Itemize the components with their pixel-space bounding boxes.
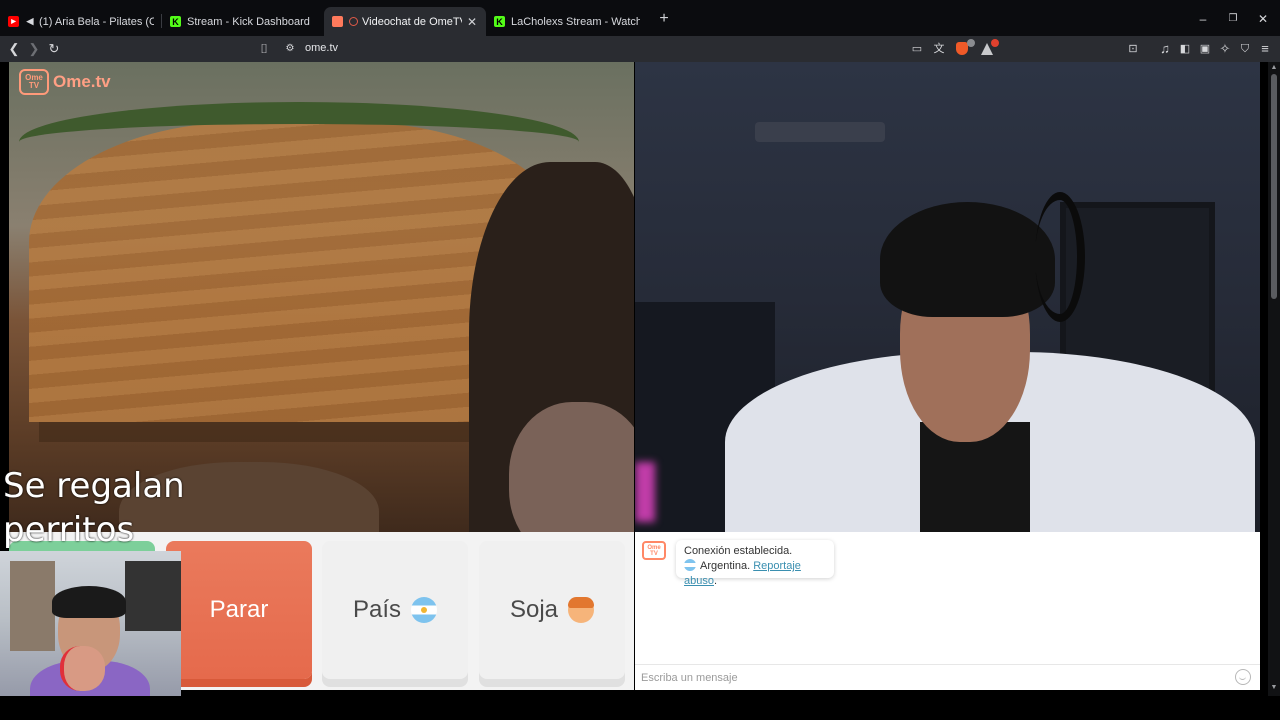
video-scene [509, 402, 634, 532]
tab-youtube[interactable]: ▶ ◀ (1) Aria Bela - Pilates (Official Vi… [0, 7, 162, 36]
chat-message-input[interactable] [641, 670, 1201, 686]
stop-button[interactable]: Parar [166, 541, 312, 679]
headphones-scene [1035, 192, 1085, 322]
bookmark-icon[interactable]: ⌷ [257, 42, 271, 56]
youtube-icon: ▶ [8, 16, 19, 27]
close-tab-icon[interactable]: ✕ [466, 16, 478, 28]
minimize-icon[interactable]: – [1196, 13, 1210, 25]
restore-icon[interactable]: ❐ [1226, 13, 1240, 25]
menu-icon[interactable]: ≡ [1258, 42, 1272, 56]
tab-ometv[interactable]: Videochat de OmeTV — Alter ✕ [324, 7, 486, 36]
scrollbar-thumb[interactable] [1271, 74, 1277, 299]
bottom-black-bar [0, 696, 1280, 720]
forward-icon[interactable]: ❯ [27, 42, 41, 56]
screenshot-icon[interactable]: ⊡ [1126, 42, 1140, 56]
video-scene [19, 102, 579, 182]
reload-icon[interactable]: ↻ [47, 42, 61, 56]
translate-icon[interactable]: 文 [932, 42, 946, 56]
tab-label: (1) Aria Bela - Pilates (Official Vid [39, 15, 154, 28]
self-video [635, 62, 1260, 532]
tab-label: Videochat de OmeTV — Alter [362, 15, 462, 28]
system-message: Conexión establecida. Argentina. Reporta… [676, 540, 834, 587]
browser-toolbar: ❮ ❯ ↻ ⌷ ⚙ ome.tv ▭ 文 ⊡ ♫ ◧ ▣ ✧ ⛉ ≡ [0, 36, 1280, 62]
country-button-label: País [352, 596, 402, 623]
site-settings-icon[interactable]: ⚙ [283, 42, 297, 56]
stop-button-label: Parar [209, 596, 269, 623]
boy-emoji-icon [568, 597, 595, 623]
wallet-icon[interactable]: ▣ [1198, 42, 1212, 56]
ometv-logo[interactable]: Ome TV Ome.tv [19, 69, 111, 95]
stranger-video [9, 62, 634, 532]
video-scene [755, 122, 885, 142]
tab-label: Stream - Kick Dashboard [187, 15, 310, 28]
report-suffix: . [713, 575, 718, 587]
gender-button-label: Soja [509, 596, 559, 623]
close-window-icon[interactable]: ✕ [1256, 13, 1270, 25]
kick-icon: K [494, 16, 505, 27]
back-icon[interactable]: ❮ [7, 42, 21, 56]
media-icon[interactable]: ♫ [1158, 42, 1172, 56]
scroll-down-icon[interactable]: ▼ [1270, 684, 1278, 691]
vpn-icon[interactable]: ⛉ [1238, 42, 1252, 56]
video-scene [52, 586, 126, 618]
brave-rewards-icon[interactable] [980, 39, 999, 56]
chat-ometv-icon: Ome TV [642, 541, 666, 560]
country-line: Argentina. Reportaje abuso. [684, 559, 826, 589]
tv-logo-icon: Ome TV [19, 69, 49, 95]
ometv-icon [332, 16, 343, 27]
connection-status-text: Conexión establecida. [684, 545, 793, 557]
emoji-icon[interactable] [1235, 669, 1251, 685]
tab-label: LaCholexs Stream - Watch Live on Ki [511, 15, 640, 28]
leo-ai-icon[interactable]: ✧ [1218, 42, 1232, 56]
gender-filter-button[interactable]: Soja [479, 541, 625, 679]
logo-text: Ome.tv [53, 72, 111, 91]
chat-input-row [635, 664, 1260, 690]
page-scrollbar[interactable]: ▲ ▼ [1268, 62, 1280, 696]
argentina-flag-icon [684, 559, 696, 571]
video-scene [60, 646, 105, 691]
country-text: Argentina. [700, 560, 751, 572]
speaker-icon[interactable]: ◀ [25, 16, 35, 27]
video-scene [635, 462, 655, 522]
kick-icon: K [170, 16, 181, 27]
stream-overlay-text: Se regalan perritos [3, 466, 185, 550]
video-scene [10, 561, 55, 651]
streamer-webcam [0, 551, 181, 720]
tab-kick-dashboard[interactable]: K Stream - Kick Dashboard [162, 7, 324, 36]
video-scene [125, 561, 181, 631]
tab-strip: ▶ ◀ (1) Aria Bela - Pilates (Official Vi… [0, 0, 1280, 36]
recording-icon [349, 17, 358, 26]
scroll-up-icon[interactable]: ▲ [1270, 64, 1278, 71]
country-filter-button[interactable]: País [322, 541, 468, 679]
video-scene [880, 202, 1055, 317]
address-bar[interactable]: ome.tv [305, 42, 338, 54]
tab-kick-stream[interactable]: K LaCholexs Stream - Watch Live on Ki [486, 7, 648, 36]
cast-icon[interactable]: ▭ [910, 42, 924, 56]
sidebar-icon[interactable]: ◧ [1178, 42, 1192, 56]
new-tab-button[interactable]: + [654, 11, 674, 27]
brave-shield-icon[interactable] [956, 39, 975, 56]
argentina-flag-icon [411, 597, 438, 623]
